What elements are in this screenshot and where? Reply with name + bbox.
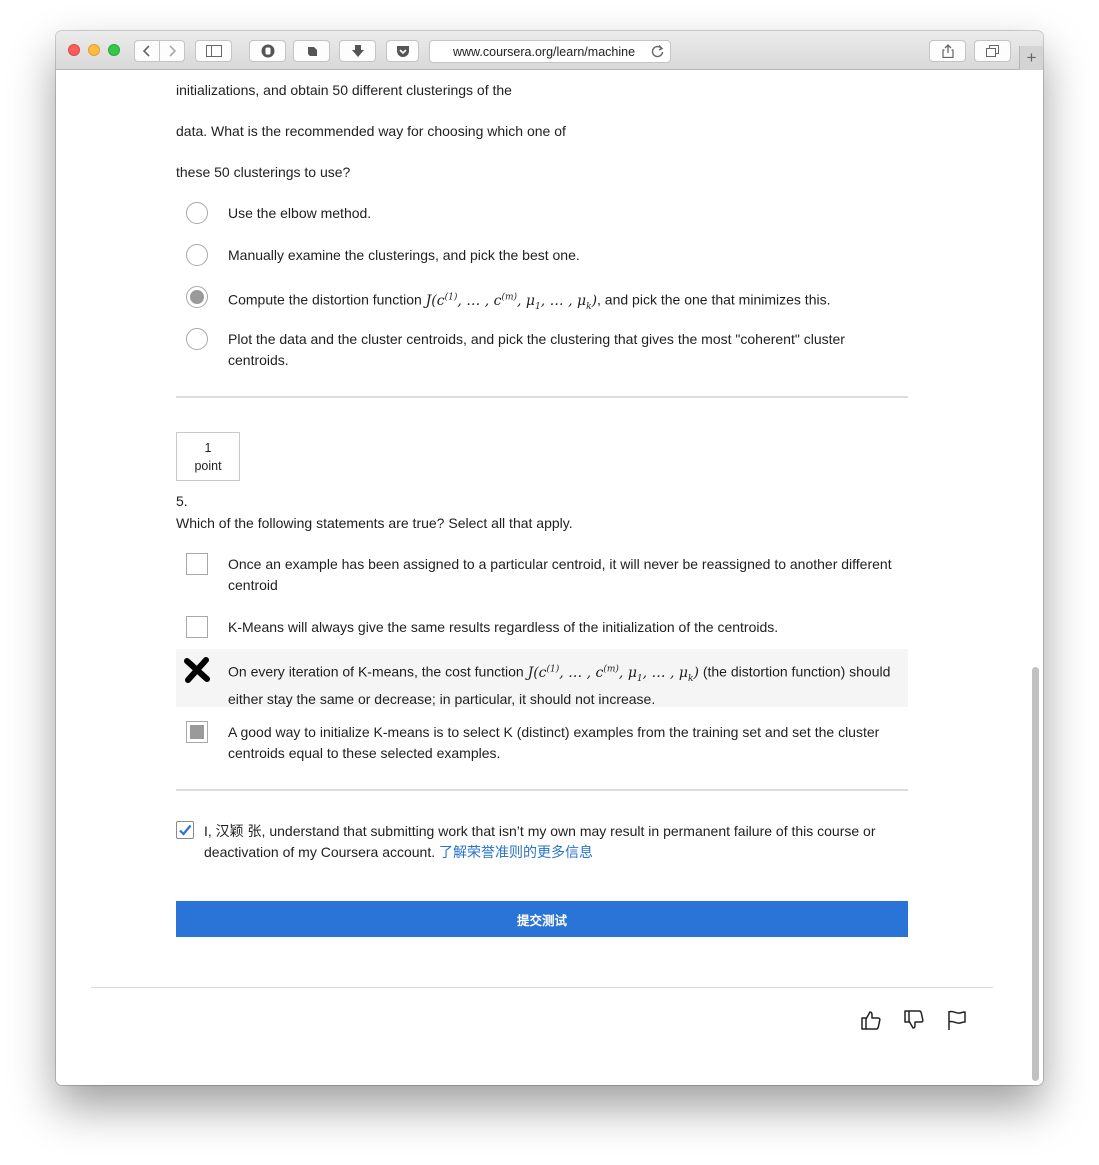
option-label: Plot the data and the cluster centroids,… bbox=[228, 331, 845, 368]
maximize-window-button[interactable] bbox=[108, 44, 120, 56]
share-button[interactable] bbox=[929, 40, 966, 62]
browser-toolbar: www.coursera.org/learn/machine + bbox=[56, 31, 1043, 70]
chevron-left-icon bbox=[142, 45, 150, 57]
option-label: Use the elbow method. bbox=[228, 205, 372, 221]
share-icon bbox=[941, 44, 954, 58]
q4-option[interactable]: Use the elbow method. bbox=[176, 202, 908, 225]
flag-icon[interactable] bbox=[946, 1009, 968, 1031]
quiz-content: initializations, and obtain 50 different… bbox=[56, 71, 1043, 1085]
elephant-icon bbox=[307, 47, 317, 56]
points-value: 1 bbox=[204, 441, 212, 455]
radio-button-selected[interactable] bbox=[186, 286, 208, 308]
option-label: Compute the distortion function J(c(1), … bbox=[228, 291, 831, 312]
q4-option[interactable]: Manually examine the clusterings, and pi… bbox=[176, 244, 908, 267]
option-label: Manually examine the clusterings, and pi… bbox=[228, 247, 580, 263]
points-unit: point bbox=[194, 459, 222, 473]
thumbs-up-icon[interactable] bbox=[860, 1009, 882, 1031]
browser-window: www.coursera.org/learn/machine + initial… bbox=[56, 31, 1043, 1085]
plus-icon: + bbox=[1026, 48, 1037, 67]
question-text-line: initializations, and obtain 50 different… bbox=[176, 82, 512, 98]
distortion-formula: J(c(1), … , c(m), μ1, … , μk) bbox=[425, 292, 598, 312]
checkmark-icon bbox=[179, 824, 192, 836]
radio-button[interactable] bbox=[186, 202, 208, 224]
pocket-button[interactable] bbox=[386, 40, 419, 62]
option-label: Once an example has been assigned to a p… bbox=[228, 556, 892, 593]
download-button[interactable] bbox=[339, 40, 376, 62]
page-scrollbar[interactable] bbox=[1032, 667, 1039, 1081]
sidebar-button[interactable] bbox=[195, 40, 232, 62]
question-divider bbox=[176, 396, 908, 398]
cost-function-formula: J(c(1), … , c(m), μ1, … , μk) bbox=[527, 664, 699, 684]
submit-quiz-button[interactable]: 提交测试 bbox=[176, 901, 908, 937]
checkbox[interactable] bbox=[186, 553, 208, 575]
minimize-window-button[interactable] bbox=[88, 44, 100, 56]
honor-code-checkbox[interactable] bbox=[176, 821, 194, 839]
chevron-right-icon bbox=[168, 45, 176, 57]
radio-button[interactable] bbox=[186, 244, 208, 266]
tabs-overview-button[interactable] bbox=[974, 40, 1011, 62]
back-button[interactable] bbox=[136, 41, 160, 61]
close-window-button[interactable] bbox=[68, 44, 80, 56]
address-bar[interactable]: www.coursera.org/learn/machine bbox=[429, 40, 671, 63]
honor-code-statement: I, 汉颖 张, understand that submitting work… bbox=[204, 821, 914, 863]
thumbs-down-icon[interactable] bbox=[903, 1009, 925, 1031]
question-number: 5. bbox=[176, 493, 188, 509]
new-tab-button[interactable]: + bbox=[1019, 46, 1043, 70]
sidebar-icon bbox=[205, 45, 222, 57]
question-text-line: data. What is the recommended way for ch… bbox=[176, 123, 566, 139]
tabs-icon bbox=[985, 44, 999, 57]
honor-code-link[interactable]: 了解荣誉准则的更多信息 bbox=[439, 844, 593, 860]
nav-buttons bbox=[134, 40, 185, 62]
footer-divider bbox=[91, 987, 993, 988]
checkbox-checked[interactable] bbox=[186, 721, 208, 743]
forward-button[interactable] bbox=[160, 41, 184, 61]
question-text-line: these 50 clusterings to use? bbox=[176, 164, 351, 180]
option-label: K-Means will always give the same result… bbox=[228, 619, 779, 635]
option-label: On every iteration of K-means, the cost … bbox=[228, 663, 891, 708]
radio-button[interactable] bbox=[186, 328, 208, 350]
q5-option[interactable]: A good way to initialize K-means is to s… bbox=[176, 721, 908, 764]
q5-option[interactable]: On every iteration of K-means, the cost … bbox=[176, 657, 908, 707]
checkbox[interactable] bbox=[186, 616, 208, 638]
url-text: www.coursera.org/learn/machine bbox=[453, 44, 636, 59]
option-label: A good way to initialize K-means is to s… bbox=[228, 724, 880, 761]
q4-option[interactable]: Compute the distortion function J(c(1), … bbox=[176, 286, 908, 311]
download-icon bbox=[351, 45, 364, 57]
extension-hand-button[interactable] bbox=[249, 40, 286, 62]
question-divider bbox=[176, 789, 908, 791]
reload-icon[interactable] bbox=[651, 44, 664, 58]
incorrect-x-icon bbox=[184, 657, 210, 683]
q5-option[interactable]: Once an example has been assigned to a p… bbox=[176, 553, 908, 596]
extension-evernote-button[interactable] bbox=[293, 40, 330, 62]
hand-stop-icon bbox=[261, 44, 274, 58]
q5-option[interactable]: K-Means will always give the same result… bbox=[176, 616, 908, 639]
points-badge: 1 point bbox=[176, 432, 240, 481]
question-prompt: Which of the following statements are tr… bbox=[176, 515, 573, 531]
pocket-icon bbox=[396, 45, 409, 57]
q4-option[interactable]: Plot the data and the cluster centroids,… bbox=[176, 328, 908, 371]
